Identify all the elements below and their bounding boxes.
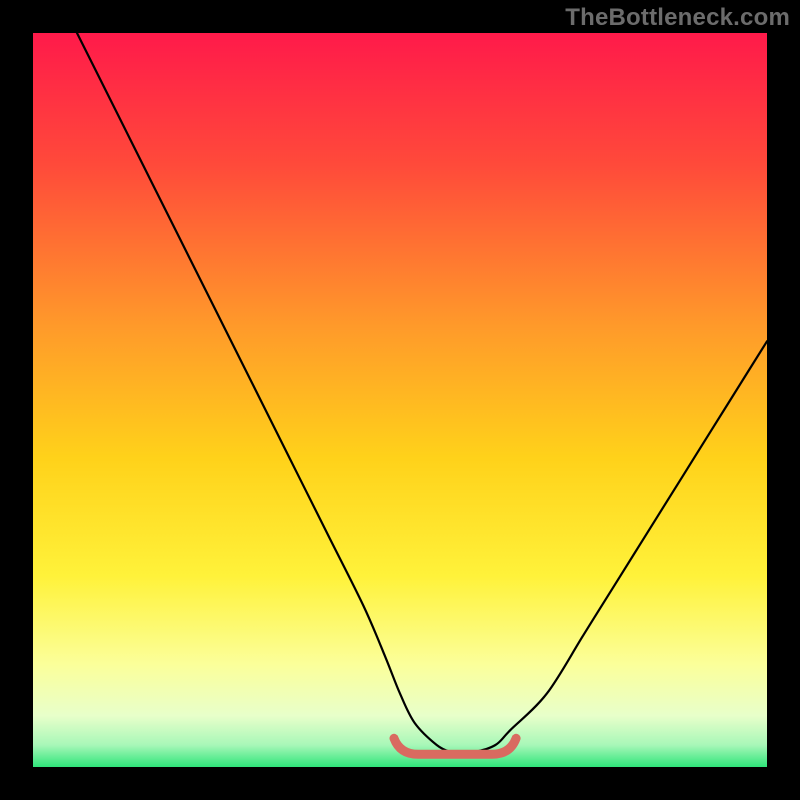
watermark-text: TheBottleneck.com [565,4,790,32]
chart-frame: TheBottleneck.com [0,0,800,800]
plot-area [33,33,767,767]
bottleneck-chart-svg [33,33,767,767]
gradient-background [33,33,767,767]
